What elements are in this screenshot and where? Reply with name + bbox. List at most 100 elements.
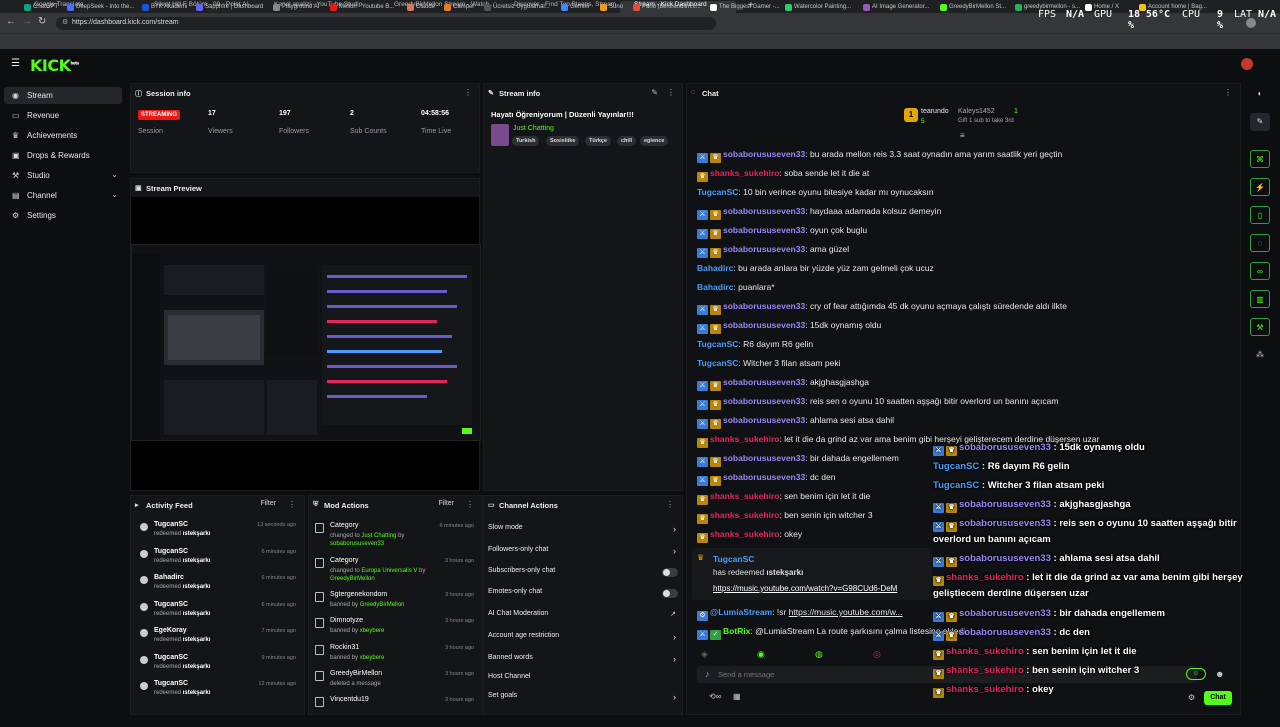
bookmark[interactable]: Watercolor Painting... xyxy=(785,4,851,11)
sidebar-item-channel[interactable]: ▤ Channel ⌄ xyxy=(4,187,122,204)
channel-action-row[interactable]: AI Chat Moderation ↗ xyxy=(488,610,680,631)
bookmark[interactable]: Gemini xyxy=(561,4,589,11)
chat-username[interactable]: sobaborususeven33 xyxy=(723,415,805,425)
bookmark[interactable]: Ücretsiz Uygulamal... xyxy=(484,4,550,11)
filter-button[interactable]: Filter xyxy=(438,500,454,507)
more-options-icon[interactable]: ⋮ xyxy=(466,500,474,509)
channel-action-row[interactable]: Followers-only chat › xyxy=(488,546,680,567)
lightning-icon[interactable]: ⚡ xyxy=(1250,178,1270,196)
sidebar-item-stream[interactable]: ◉ Stream xyxy=(4,87,122,104)
bookmark[interactable]: BTK Akademi xyxy=(142,4,187,11)
emote-icon[interactable]: ◉ xyxy=(757,649,765,660)
activity-user[interactable]: TugcanSC xyxy=(154,654,188,661)
link-icon[interactable]: ∞ xyxy=(1250,262,1270,280)
profile-avatar[interactable] xyxy=(1246,18,1256,28)
stream-category[interactable]: Just Chatting xyxy=(513,125,554,132)
bookmark[interactable]: Playground AI xyxy=(273,4,319,11)
chat-username[interactable]: BotRix xyxy=(723,626,750,636)
chat-username[interactable]: sobaborususeven33 xyxy=(723,320,805,330)
send-chat-button[interactable]: Chat xyxy=(1204,691,1232,705)
bookmark[interactable]: Suno xyxy=(600,4,623,11)
browser-tab[interactable]: GreedyBirMellon Stream - Watch... xyxy=(380,1,496,13)
sidebar-item-settings[interactable]: ⚙ Settings xyxy=(4,207,122,224)
calendar-icon[interactable]: ▦ xyxy=(733,692,741,701)
channel-action-row[interactable]: Slow mode › xyxy=(488,524,680,545)
emoji-picker-icon[interactable]: ☺ xyxy=(1186,668,1206,680)
points-icon[interactable]: ⟲∞ xyxy=(709,692,721,701)
raid-icon[interactable]: ⌘ xyxy=(1250,150,1270,168)
bookmark[interactable]: AI Image Generator... xyxy=(863,4,929,11)
channel-action-row[interactable]: Set goals › xyxy=(488,692,680,713)
chat-username[interactable]: sobaborususeven33 xyxy=(723,377,805,387)
bookmark[interactable]: The Biggest Gamer -... xyxy=(710,4,780,11)
activity-user[interactable]: TugcanSC xyxy=(154,521,188,528)
document-icon[interactable]: ▯ xyxy=(1250,206,1270,224)
pinned-user[interactable]: Kaleys1452 xyxy=(958,108,995,115)
category-thumbnail[interactable] xyxy=(491,124,509,146)
mod-action-moderator[interactable]: sobaborususeven33 xyxy=(330,541,384,547)
bookmark[interactable]: ChatGPT xyxy=(24,4,58,11)
activity-row[interactable]: Bahadirc redeemed ıstekşarkı 6 minutes ago xyxy=(140,571,300,598)
activity-user[interactable]: Bahadirc xyxy=(154,574,184,581)
activity-row[interactable]: EgeKoray redeemed ıstekşarkı 7 minutes ago xyxy=(140,624,300,651)
tag[interactable]: Turkish xyxy=(512,136,540,146)
mod-action-moderator[interactable]: GreedyBirMellon xyxy=(330,576,375,582)
chat-username[interactable]: sobaborususeven33 xyxy=(723,301,805,311)
filter-button[interactable]: Filter xyxy=(260,500,276,507)
pinned-user[interactable]: tearundo xyxy=(921,108,949,115)
chat-username[interactable]: Bahadirc xyxy=(697,282,733,292)
bookmark[interactable]: Pano (bentrendlim.c... xyxy=(633,4,701,11)
activity-user[interactable]: EgeKoray xyxy=(154,627,187,634)
toggle-switch[interactable] xyxy=(662,568,678,577)
emote-icon[interactable]: ◍ xyxy=(815,649,823,660)
more-options-icon[interactable]: ⋮ xyxy=(288,500,296,509)
kick-logo[interactable]: KICKbeta xyxy=(30,56,79,75)
activity-user[interactable]: TugcanSC xyxy=(154,601,188,608)
chat-username[interactable]: TugcanSC xyxy=(697,339,738,349)
tag[interactable]: eglence xyxy=(640,136,669,146)
sidebar-item-revenue[interactable]: ▭ Revenue xyxy=(4,107,122,124)
more-options-icon[interactable]: ⋮ xyxy=(666,500,674,509)
forward-icon[interactable]: → xyxy=(22,16,32,27)
dark-mode-icon[interactable]: ◐ xyxy=(1250,85,1270,103)
collapse-icon[interactable]: ≡ xyxy=(960,131,965,140)
redeem-link[interactable]: https://music.youtube.com/watch?v=G98CUd… xyxy=(713,584,938,593)
chat-username[interactable]: sobaborususeven33 xyxy=(723,453,805,463)
bookmark[interactable]: Claude xyxy=(407,4,435,11)
activity-row[interactable]: TugcanSC redeemed ıstekşarkı 6 minutes ago xyxy=(140,545,300,572)
tools-icon[interactable]: ⚒ xyxy=(1250,318,1270,336)
mod-action-row[interactable]: Category changed to Just Chatting by soba… xyxy=(313,520,478,553)
site-info-icon[interactable]: ⚙ xyxy=(62,18,68,26)
microphone-icon[interactable]: ♪ xyxy=(705,669,710,679)
tag[interactable]: chill xyxy=(617,136,637,146)
bookmark[interactable]: DeepSeek - Into the... xyxy=(67,4,134,11)
chat-username[interactable]: sobaborususeven33 xyxy=(723,472,805,482)
chat-username[interactable]: sobaborususeven33 xyxy=(723,225,805,235)
bookmark[interactable]: Sapphire | Dashboard xyxy=(196,4,263,11)
reload-icon[interactable]: ↻ xyxy=(38,16,46,27)
sidebar-item-drops[interactable]: ▣ Drops & Rewards xyxy=(4,147,122,164)
clips-icon[interactable]: ▥ xyxy=(1250,290,1270,308)
chat-username[interactable]: shanks_sukehiro xyxy=(710,168,779,178)
emote-icon[interactable]: ◎ xyxy=(873,649,881,660)
mod-action-moderator[interactable]: GreedyBirMellon xyxy=(360,602,405,608)
mod-action-row[interactable]: Vincentdu19 3 hours ago xyxy=(313,694,478,727)
activity-user[interactable]: TugcanSC xyxy=(154,548,188,555)
more-options-icon[interactable]: ⋮ xyxy=(667,88,675,97)
more-options-icon[interactable]: ⋮ xyxy=(1224,88,1232,97)
chat-username[interactable]: shanks_sukehiro xyxy=(710,510,779,520)
chat-username[interactable]: @LumiaStream xyxy=(710,607,772,617)
chat-username[interactable]: sobaborususeven33 xyxy=(723,396,805,406)
edit-icon[interactable]: ✎ xyxy=(651,88,658,97)
chat-icon[interactable]: ◌ xyxy=(1250,234,1270,252)
activity-row[interactable]: TugcanSC redeemed ıstekşarkı 9 minutes ago xyxy=(140,651,300,678)
bookmark[interactable]: Mellon - Youtube B... xyxy=(330,4,394,11)
chat-username[interactable]: shanks_sukehiro xyxy=(710,434,779,444)
redeem-user[interactable]: TugcanSC xyxy=(713,554,754,564)
channel-action-row[interactable]: Banned words › xyxy=(488,654,680,675)
emote-icon[interactable]: ◈ xyxy=(701,649,708,660)
activity-row[interactable]: TugcanSC redeemed ıstekşarkı 13 seconds ag… xyxy=(140,518,300,545)
channel-action-row[interactable]: Account age restriction › xyxy=(488,632,680,653)
user-avatar[interactable] xyxy=(1241,58,1253,70)
sidebar-item-achievements[interactable]: ♛ Achievements xyxy=(4,127,122,144)
